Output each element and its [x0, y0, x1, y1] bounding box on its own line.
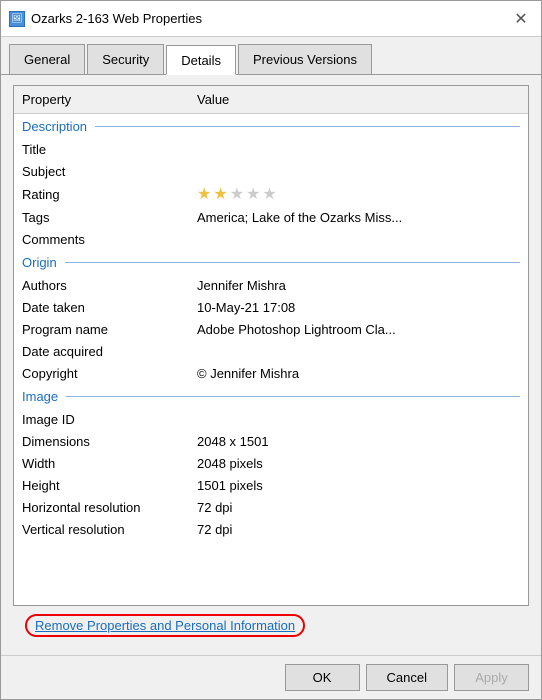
prop-tags: Tags — [14, 208, 189, 227]
val-title — [189, 147, 528, 151]
scroll-area[interactable]: Description Title Subject Rating — [14, 114, 528, 605]
val-tags: America; Lake of the Ozarks Miss... — [189, 208, 528, 227]
section-image-label: Image — [22, 389, 58, 404]
remove-properties-link[interactable]: Remove Properties and Personal Informati… — [25, 614, 305, 637]
row-image-id: Image ID — [14, 408, 528, 430]
val-comments — [189, 237, 528, 241]
val-height: 1501 pixels — [189, 476, 528, 495]
val-rating: ★ ★ ★ ★ ★ — [189, 182, 528, 206]
tab-general[interactable]: General — [9, 44, 85, 74]
row-program-name: Program name Adobe Photoshop Lightroom C… — [14, 318, 528, 340]
section-description-label: Description — [22, 119, 87, 134]
prop-copyright: Copyright — [14, 364, 189, 383]
ok-button[interactable]: OK — [285, 664, 360, 691]
tab-security[interactable]: Security — [87, 44, 164, 74]
prop-rating: Rating — [14, 185, 189, 204]
file-icon: 🖼 — [9, 11, 25, 27]
section-origin-label: Origin — [22, 255, 57, 270]
row-v-resolution: Vertical resolution 72 dpi — [14, 518, 528, 540]
col-header-property: Property — [14, 90, 189, 109]
section-origin-line — [65, 262, 520, 263]
row-tags: Tags America; Lake of the Ozarks Miss... — [14, 206, 528, 228]
row-date-acquired: Date acquired — [14, 340, 528, 362]
section-description-line — [95, 126, 520, 127]
table-container: Property Value Description Title Subject — [13, 85, 529, 606]
row-subject: Subject — [14, 160, 528, 182]
prop-subject: Subject — [14, 162, 189, 181]
prop-image-id: Image ID — [14, 410, 189, 429]
row-comments: Comments — [14, 228, 528, 250]
prop-height: Height — [14, 476, 189, 495]
apply-button[interactable]: Apply — [454, 664, 529, 691]
prop-dimensions: Dimensions — [14, 432, 189, 451]
row-date-taken: Date taken 10-May-21 17:08 — [14, 296, 528, 318]
prop-date-taken: Date taken — [14, 298, 189, 317]
val-v-resolution: 72 dpi — [189, 520, 528, 539]
prop-h-resolution: Horizontal resolution — [14, 498, 189, 517]
val-authors: Jennifer Mishra — [189, 276, 528, 295]
row-authors: Authors Jennifer Mishra — [14, 274, 528, 296]
val-date-taken: 10-May-21 17:08 — [189, 298, 528, 317]
prop-title: Title — [14, 140, 189, 159]
val-width: 2048 pixels — [189, 454, 528, 473]
row-h-resolution: Horizontal resolution 72 dpi — [14, 496, 528, 518]
val-date-acquired — [189, 349, 528, 353]
section-origin: Origin — [14, 250, 528, 274]
close-button[interactable]: ✕ — [509, 7, 533, 31]
col-header-value: Value — [189, 90, 528, 109]
prop-program-name: Program name — [14, 320, 189, 339]
prop-width: Width — [14, 454, 189, 473]
prop-date-acquired: Date acquired — [14, 342, 189, 361]
window-title: Ozarks 2-163 Web Properties — [31, 11, 202, 26]
val-subject — [189, 169, 528, 173]
section-image-line — [66, 396, 520, 397]
val-copyright: © Jennifer Mishra — [189, 364, 528, 383]
button-bar: OK Cancel Apply — [1, 655, 541, 699]
prop-v-resolution: Vertical resolution — [14, 520, 189, 539]
prop-comments: Comments — [14, 230, 189, 249]
title-bar: 🖼 Ozarks 2-163 Web Properties ✕ — [1, 1, 541, 37]
content-area: Property Value Description Title Subject — [1, 75, 541, 655]
table-header: Property Value — [14, 86, 528, 114]
stars-container: ★ ★ ★ ★ ★ — [197, 184, 520, 204]
star-5: ★ — [262, 184, 276, 204]
cancel-button[interactable]: Cancel — [366, 664, 448, 691]
tab-previous-versions[interactable]: Previous Versions — [238, 44, 372, 74]
section-image: Image — [14, 384, 528, 408]
val-h-resolution: 72 dpi — [189, 498, 528, 517]
star-4: ★ — [246, 184, 260, 204]
row-height: Height 1501 pixels — [14, 474, 528, 496]
section-description: Description — [14, 114, 528, 138]
val-image-id — [189, 417, 528, 421]
row-copyright: Copyright © Jennifer Mishra — [14, 362, 528, 384]
row-dimensions: Dimensions 2048 x 1501 — [14, 430, 528, 452]
val-program-name: Adobe Photoshop Lightroom Cla... — [189, 320, 528, 339]
star-1: ★ — [197, 184, 211, 204]
prop-authors: Authors — [14, 276, 189, 295]
star-3: ★ — [230, 184, 244, 204]
title-bar-left: 🖼 Ozarks 2-163 Web Properties — [9, 11, 202, 27]
bottom-link-area: Remove Properties and Personal Informati… — [13, 606, 529, 645]
row-title: Title — [14, 138, 528, 160]
star-2: ★ — [213, 184, 227, 204]
tabs-bar: General Security Details Previous Versio… — [1, 37, 541, 75]
row-rating: Rating ★ ★ ★ ★ ★ — [14, 182, 528, 206]
tab-details[interactable]: Details — [166, 45, 236, 75]
window: 🖼 Ozarks 2-163 Web Properties ✕ General … — [0, 0, 542, 700]
val-dimensions: 2048 x 1501 — [189, 432, 528, 451]
row-width: Width 2048 pixels — [14, 452, 528, 474]
